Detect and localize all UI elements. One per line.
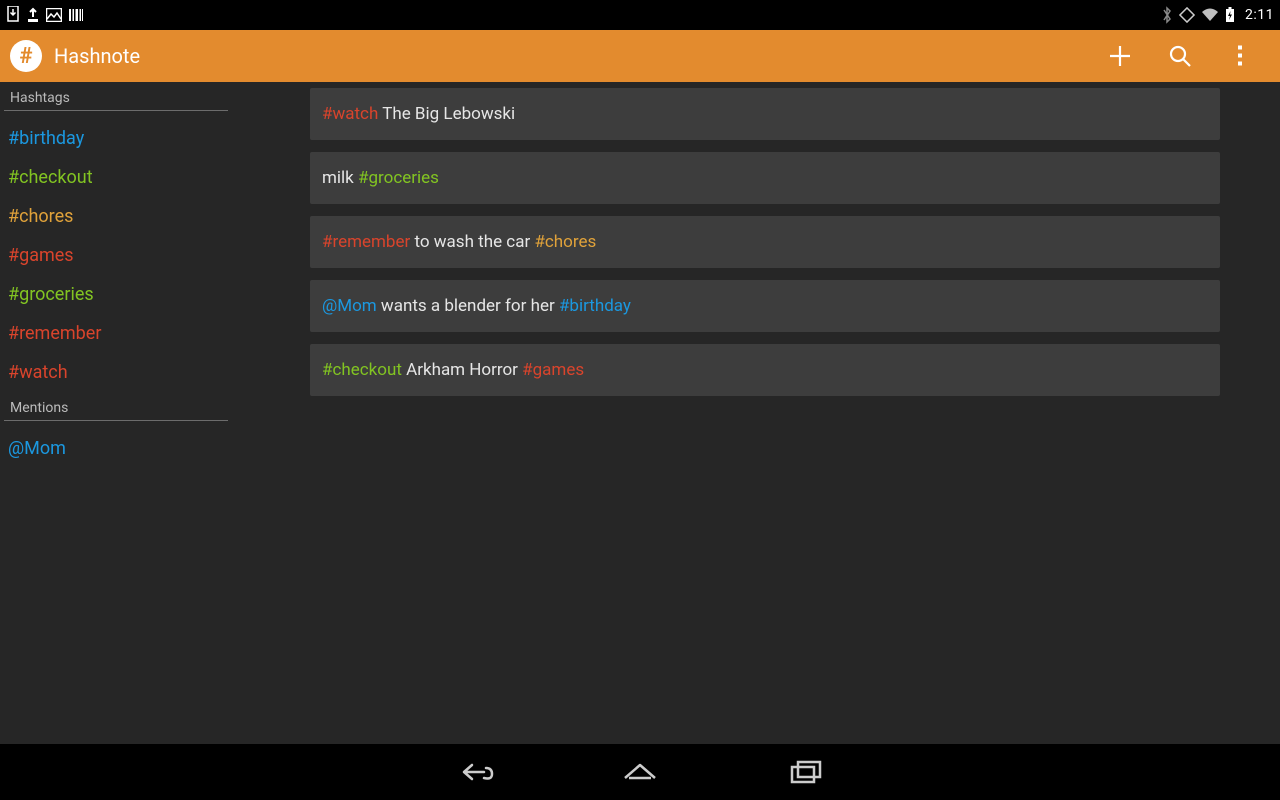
- note-segment: wants a blender for her: [377, 296, 559, 316]
- android-navigation-bar: [0, 744, 1280, 800]
- note-segment: @Mom: [322, 296, 377, 316]
- download-icon: [6, 6, 20, 24]
- note-segment: milk: [322, 168, 358, 188]
- note-segment: #checkout: [322, 360, 402, 380]
- note-item[interactable]: @Mom wants a blender for her #birthday: [310, 280, 1220, 332]
- wifi-icon: [1201, 8, 1219, 22]
- note-segment: #chores: [534, 232, 596, 252]
- sidebar-mention-item[interactable]: @Mom: [0, 429, 240, 468]
- note-segment: #remember: [322, 232, 410, 252]
- note-list: #watch The Big Lebowski milk #groceries #r…: [240, 82, 1280, 744]
- upload-icon: [26, 6, 40, 24]
- app-logo-icon: #: [10, 40, 42, 72]
- note-segment: #watch: [322, 104, 378, 124]
- note-item[interactable]: #remember to wash the car #chores: [310, 216, 1220, 268]
- image-icon: [46, 8, 62, 22]
- back-button[interactable]: [446, 744, 502, 800]
- sidebar-hashtag-item[interactable]: #chores: [0, 197, 240, 236]
- sidebar-hashtag-item[interactable]: #games: [0, 236, 240, 275]
- sidebar-hashtag-item[interactable]: #remember: [0, 314, 240, 353]
- android-status-bar: 2:11: [0, 0, 1280, 30]
- note-segment: The Big Lebowski: [378, 104, 515, 124]
- status-bar-clock: 2:11: [1245, 7, 1274, 23]
- status-bar-left: [6, 6, 84, 24]
- action-bar: # Hashnote: [0, 30, 1280, 82]
- recent-apps-button[interactable]: [778, 744, 834, 800]
- note-item[interactable]: milk #groceries: [310, 152, 1220, 204]
- home-button[interactable]: [612, 744, 668, 800]
- sidebar-hashtag-item[interactable]: #checkout: [0, 158, 240, 197]
- app-title: Hashnote: [54, 44, 140, 68]
- sidebar: Hashtags #birthday#checkout#chores#games…: [0, 82, 240, 744]
- note-segment: #birthday: [559, 296, 631, 316]
- note-segment: #games: [522, 360, 584, 380]
- sidebar-hashtag-item[interactable]: #groceries: [0, 275, 240, 314]
- note-segment: #groceries: [358, 168, 439, 188]
- main-area: Hashtags #birthday#checkout#chores#games…: [0, 82, 1280, 744]
- barcode-icon: [68, 8, 84, 22]
- divider: [4, 420, 228, 421]
- note-segment: to wash the car: [410, 232, 534, 252]
- rotation-lock-icon: [1179, 7, 1195, 23]
- hashtags-section-title: Hashtags: [0, 88, 240, 110]
- mentions-section-title: Mentions: [0, 398, 240, 420]
- battery-charging-icon: [1225, 7, 1235, 23]
- bluetooth-icon: [1161, 6, 1173, 24]
- sidebar-hashtag-item[interactable]: #watch: [0, 353, 240, 392]
- overflow-menu-button[interactable]: [1210, 30, 1270, 82]
- add-button[interactable]: [1090, 30, 1150, 82]
- sidebar-hashtag-item[interactable]: #birthday: [0, 119, 240, 158]
- note-segment: Arkham Horror: [402, 360, 522, 380]
- note-item[interactable]: #watch The Big Lebowski: [310, 88, 1220, 140]
- status-bar-right: 2:11: [1161, 6, 1274, 24]
- search-button[interactable]: [1150, 30, 1210, 82]
- divider: [4, 110, 228, 111]
- note-item[interactable]: #checkout Arkham Horror #games: [310, 344, 1220, 396]
